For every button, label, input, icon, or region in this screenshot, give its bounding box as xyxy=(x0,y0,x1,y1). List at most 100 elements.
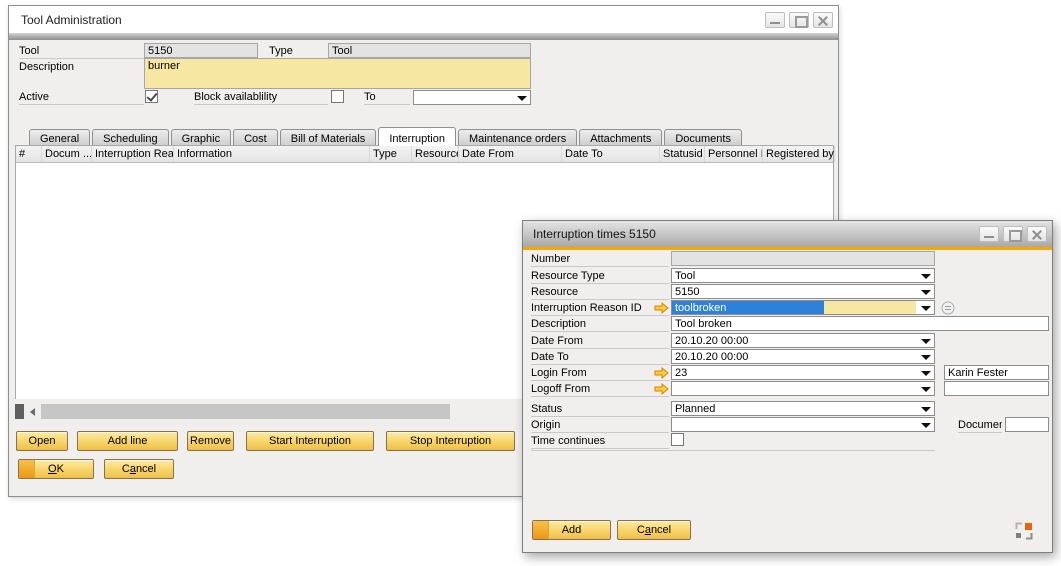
resource-dropdown[interactable]: 5150 xyxy=(671,284,935,299)
column-header-statusid[interactable]: Statusid xyxy=(660,146,705,162)
tab-bill-of-materials[interactable]: Bill of Materials xyxy=(280,129,377,146)
open-button[interactable]: Open xyxy=(16,431,68,451)
ok-button[interactable]: OK xyxy=(18,459,94,479)
cancel-button-label: C xyxy=(122,463,130,475)
column-header-date-to[interactable]: Date To xyxy=(562,146,660,162)
tab-interruption[interactable]: Interruption xyxy=(378,127,456,146)
titlebar-accent-line xyxy=(523,247,1052,250)
dropdown-icon[interactable] xyxy=(921,338,931,345)
origin-dropdown[interactable] xyxy=(671,417,935,432)
status-dropdown[interactable]: Planned xyxy=(671,401,935,416)
column-header-number[interactable]: # xyxy=(16,146,42,162)
scroll-left-icon[interactable] xyxy=(26,404,39,419)
dropdown-icon[interactable] xyxy=(921,406,931,413)
interruption-reason-id-value: toolbroken xyxy=(672,301,824,314)
dropdown-icon[interactable] xyxy=(517,95,527,102)
cancel-button[interactable]: Cancel xyxy=(104,459,174,479)
document-field[interactable] xyxy=(1005,417,1049,432)
resource-label: Resource xyxy=(531,286,669,300)
link-arrow-icon[interactable] xyxy=(654,367,669,379)
resize-grip-icon[interactable] xyxy=(1015,522,1033,540)
scrollbar-thumb[interactable] xyxy=(41,404,450,419)
add-line-button[interactable]: Add line xyxy=(77,431,178,451)
dialog-description-label: Description xyxy=(531,318,669,332)
dialog-close-icon[interactable] xyxy=(1027,226,1047,242)
add-button[interactable]: Add xyxy=(532,520,611,540)
dialog-title: Interruption times 5150 xyxy=(533,227,656,241)
type-field[interactable]: Tool xyxy=(328,43,531,58)
tool-field[interactable]: 5150 xyxy=(144,43,258,58)
stop-interruption-button[interactable]: Stop Interruption xyxy=(386,431,515,451)
number-field xyxy=(671,251,935,266)
column-header-information[interactable]: Information xyxy=(174,146,370,162)
link-arrow-icon[interactable] xyxy=(654,383,669,395)
column-header-registered-by[interactable]: Registered by xyxy=(763,146,835,162)
active-checkbox[interactable] xyxy=(145,90,158,103)
status-label: Status xyxy=(531,403,669,417)
dropdown-icon[interactable] xyxy=(921,422,931,429)
dialog-maximize-icon[interactable] xyxy=(1003,226,1023,242)
start-interruption-button[interactable]: Start Interruption xyxy=(246,431,374,451)
tab-attachments[interactable]: Attachments xyxy=(579,129,662,146)
dropdown-icon[interactable] xyxy=(921,273,931,280)
date-from-dropdown[interactable]: 20.10.20 00:00 xyxy=(671,333,935,348)
dialog-titlebar[interactable]: Interruption times 5150 xyxy=(523,221,1052,247)
tab-general[interactable]: General xyxy=(29,129,90,146)
dialog-cancel-label: C xyxy=(637,524,645,536)
dropdown-icon[interactable] xyxy=(921,386,931,393)
date-to-dropdown[interactable]: 20.10.20 00:00 xyxy=(671,349,935,364)
column-header-date-from[interactable]: Date From xyxy=(459,146,562,162)
dropdown-icon[interactable] xyxy=(921,354,931,361)
dropdown-icon[interactable] xyxy=(921,370,931,377)
dialog-cancel-button[interactable]: Cancel xyxy=(617,520,691,540)
remove-button[interactable]: Remove xyxy=(187,431,234,451)
to-label: To xyxy=(364,91,410,105)
interruption-reason-id-combo[interactable]: toolbroken xyxy=(671,300,935,315)
block-availability-label: Block availablility xyxy=(194,91,328,105)
column-header-document[interactable]: Docum ... xyxy=(42,146,92,162)
table-header-row: # Docum ... Interruption Reaso Informati… xyxy=(16,146,833,163)
tab-documents[interactable]: Documents xyxy=(664,129,742,146)
link-arrow-icon[interactable] xyxy=(654,302,669,314)
resource-type-value: Tool xyxy=(675,270,695,282)
block-availability-checkbox[interactable] xyxy=(331,90,344,103)
logoff-from-label: Logoff From xyxy=(531,383,669,397)
time-continues-label: Time continues xyxy=(531,435,669,449)
window-title: Tool Administration xyxy=(21,13,122,27)
login-from-name-field[interactable]: Karin Fester xyxy=(944,365,1049,380)
minimize-icon[interactable] xyxy=(765,12,785,28)
maximize-icon[interactable] xyxy=(789,12,809,28)
reason-field-fill xyxy=(824,301,916,314)
status-value: Planned xyxy=(675,403,715,415)
column-header-type[interactable]: Type xyxy=(370,146,412,162)
titlebar[interactable]: Tool Administration xyxy=(9,6,838,33)
tab-graphic[interactable]: Graphic xyxy=(171,129,232,146)
description-field[interactable]: burner xyxy=(144,58,531,89)
column-header-personnel-id[interactable]: Personnel II xyxy=(705,146,763,162)
time-continues-checkbox[interactable] xyxy=(671,433,684,446)
resource-type-dropdown[interactable]: Tool xyxy=(671,268,935,283)
resource-value: 5150 xyxy=(675,286,699,298)
login-from-value: 23 xyxy=(675,367,687,379)
active-label: Active xyxy=(19,91,144,105)
close-icon[interactable] xyxy=(813,12,833,28)
date-from-label: Date From xyxy=(531,335,669,349)
date-to-value: 20.10.20 00:00 xyxy=(675,351,748,363)
interruption-times-dialog: Interruption times 5150 Number Resource … xyxy=(522,220,1053,553)
login-from-label: Login From xyxy=(531,367,669,381)
dialog-minimize-icon[interactable] xyxy=(979,226,999,242)
dropdown-icon[interactable] xyxy=(921,305,931,312)
tab-cost[interactable]: Cost xyxy=(233,129,278,146)
logoff-from-name-field[interactable] xyxy=(944,381,1049,396)
dialog-description-field[interactable]: Tool broken xyxy=(671,316,1049,331)
date-to-label: Date To xyxy=(531,351,669,365)
login-from-dropdown[interactable]: 23 xyxy=(671,365,935,380)
dropdown-icon[interactable] xyxy=(921,289,931,296)
tab-scheduling[interactable]: Scheduling xyxy=(92,129,168,146)
logoff-from-dropdown[interactable] xyxy=(671,381,935,396)
tab-maintenance-orders[interactable]: Maintenance orders xyxy=(458,129,577,146)
origin-label: Origin xyxy=(531,419,669,433)
column-header-interruption-reason[interactable]: Interruption Reaso xyxy=(92,146,174,162)
column-header-resource[interactable]: Resource xyxy=(412,146,459,162)
to-dropdown[interactable] xyxy=(413,90,531,105)
